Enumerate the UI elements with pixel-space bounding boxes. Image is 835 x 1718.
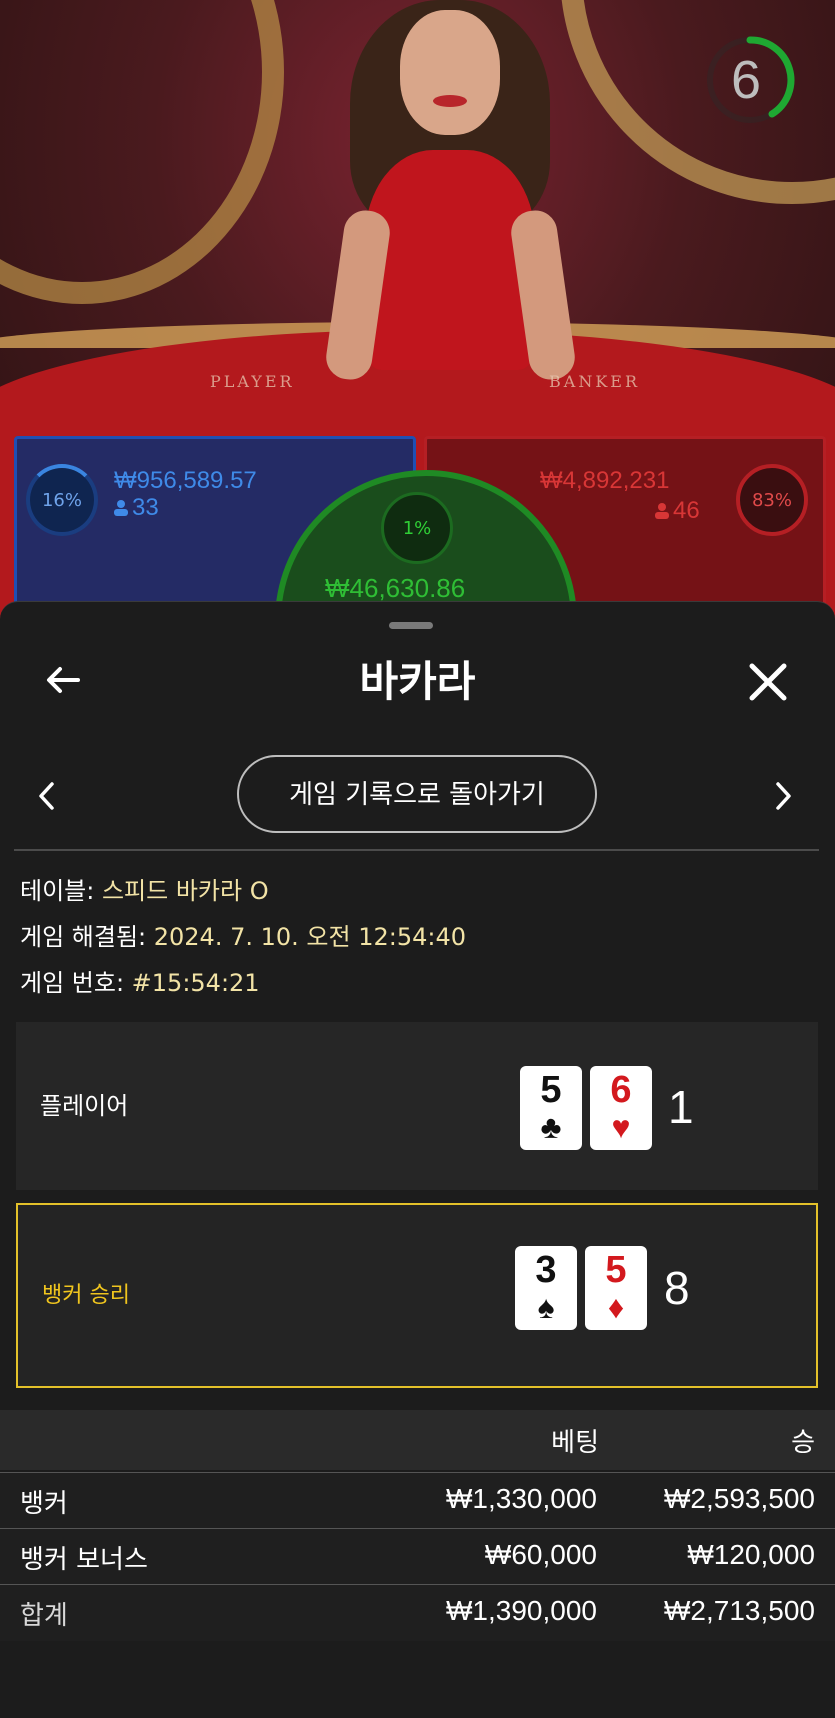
person-icon [114,500,128,516]
tie-percent-ring: 1% [381,492,453,564]
card-rank: 5 [540,1069,562,1111]
resolved-value: 2024. 7. 10. 오전 12:54:40 [153,923,466,951]
player-percent-ring: 16% [26,464,98,536]
header-win: 승 [791,1428,815,1458]
chevron-right-icon [776,782,791,810]
total-label: 합계 [20,1601,68,1631]
player-bettor-count: 33 [114,494,159,522]
total-row: 합계 ₩1,390,000 ₩2,713,500 [0,1584,835,1641]
decor-arch-left [0,0,284,304]
banker-win-label: 뱅커 승리 [42,1283,130,1308]
table-value: 스피드 바카라 O [101,877,269,905]
banker-hand: 뱅커 승리 3 ♠ 5 ♦ 8 [16,1203,818,1388]
chevron-left-icon [39,782,54,810]
card-rank: 3 [535,1249,557,1291]
bet-name: 뱅커 보너스 [20,1545,148,1575]
player-card-1: 5 ♣ [520,1066,582,1150]
tie-total-amount: ₩46,630.86 [325,573,466,603]
bet-name: 뱅커 [20,1489,68,1519]
banker-score: 8 [664,1262,690,1314]
club-icon: ♣ [540,1109,562,1145]
bets-table-header: 베팅 승 [0,1410,835,1470]
bet-amount: ₩1,330,000 [446,1483,597,1514]
player-card-2: 6 ♥ [590,1066,652,1150]
banker-count-value: 46 [673,497,700,524]
close-icon [749,663,787,701]
spade-icon: ♠ [537,1289,555,1325]
player-hand: 플레이어 5 ♣ 6 ♥ 1 [16,1022,818,1190]
divider [14,849,819,851]
card-rank: 5 [605,1249,627,1291]
game-number-label: 게임 번호: [20,969,132,997]
banker-percent-ring: 83% [736,464,808,536]
player-hand-label: 플레이어 [40,1092,129,1120]
header-bet: 베팅 [551,1428,599,1458]
banker-bettor-count: 46 [655,497,700,525]
player-total-amount: ₩956,589.57 [114,467,257,494]
total-bet-amount: ₩1,390,000 [446,1595,597,1626]
heart-icon: ♥ [611,1109,631,1145]
card-rank: 6 [610,1069,632,1111]
total-win-amount: ₩2,713,500 [664,1595,815,1626]
table-row: 뱅커 ₩1,330,000 ₩2,593,500 [0,1472,835,1529]
back-to-history-button[interactable]: 게임 기록으로 돌아가기 [237,755,597,833]
sheet-title: 바카라 [359,657,476,706]
game-number-value: #15:54:21 [131,969,260,997]
felt-label-banker: BANKER [549,372,640,391]
countdown-timer: 6 [730,50,762,110]
sheet-drag-handle[interactable] [389,622,433,629]
win-amount: ₩120,000 [687,1539,815,1570]
table-label: 테이블: [20,877,102,905]
win-amount: ₩2,593,500 [664,1483,815,1514]
diamond-icon: ♦ [607,1289,625,1325]
game-number-info: 게임 번호: #15:54:21 [20,966,260,1000]
close-button[interactable] [740,654,796,710]
person-icon [655,503,669,519]
banker-card-2: 5 ♦ [585,1246,647,1330]
game-history-sheet: 바카라 게임 기록으로 돌아가기 테이블: 스피드 바카라 O 게임 해결됨: … [0,601,835,1718]
player-score: 1 [668,1081,694,1133]
dealer [323,0,578,420]
table-info: 테이블: 스피드 바카라 O [20,874,269,908]
felt-label-player: PLAYER [210,372,295,391]
resolved-label: 게임 해결됨: [20,923,154,951]
banker-total-amount: ₩4,892,231 [540,467,670,494]
banker-card-1: 3 ♠ [515,1246,577,1330]
resolved-info: 게임 해결됨: 2024. 7. 10. 오전 12:54:40 [20,920,466,954]
next-round-button[interactable] [772,778,802,818]
previous-round-button[interactable] [34,778,64,818]
felt-labels: PLAYER BANKER [210,372,640,391]
table-row: 뱅커 보너스 ₩60,000 ₩120,000 [0,1528,835,1585]
bet-amount: ₩60,000 [484,1539,597,1570]
player-count-value: 33 [132,494,159,521]
